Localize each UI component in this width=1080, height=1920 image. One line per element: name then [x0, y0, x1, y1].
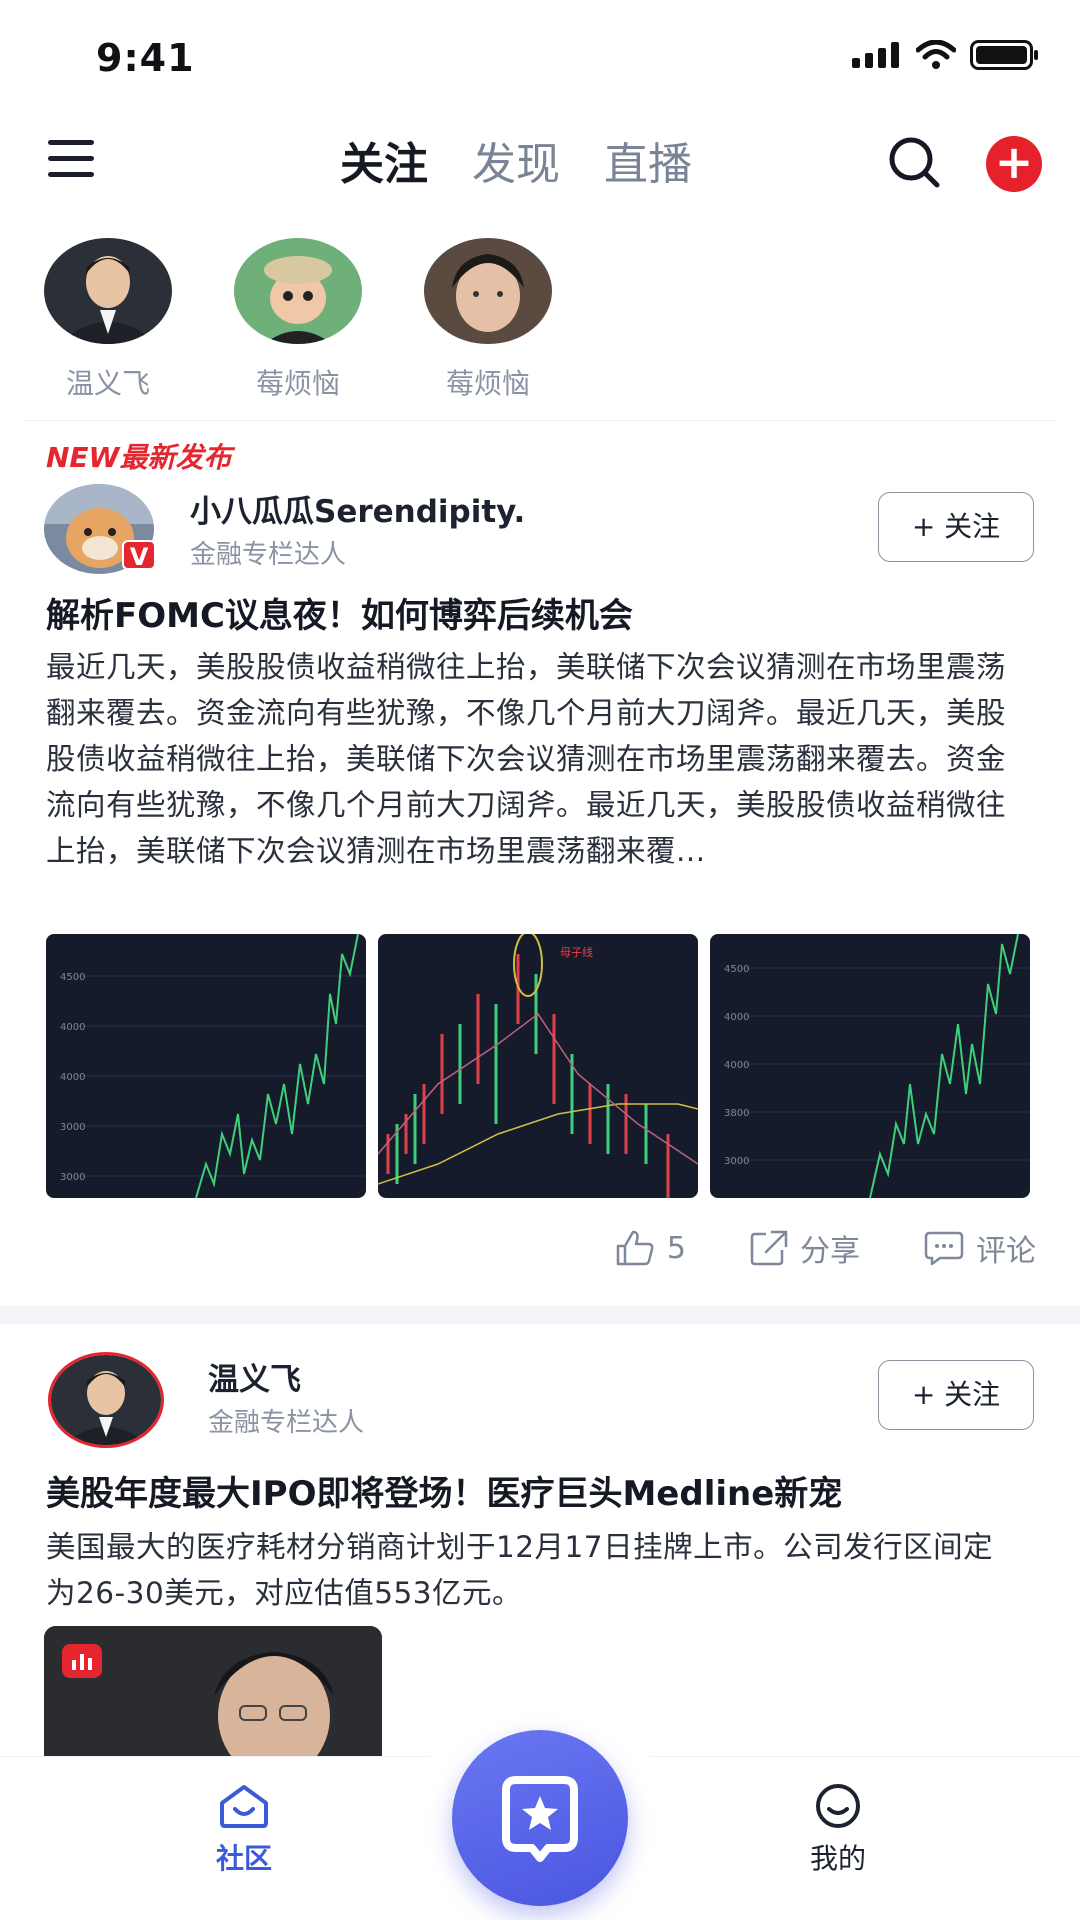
divider	[24, 420, 1056, 421]
post-author-row: V 小八瓜瓜Serendipity. 金融专栏达人 + 关注	[44, 484, 1034, 584]
post-author-role: 金融专栏达人	[208, 1408, 365, 1438]
chart-annotation: 母子线	[560, 945, 593, 959]
tab-live[interactable]: 直播	[604, 128, 692, 192]
feed-tabs: 关注 发现 直播	[340, 128, 692, 192]
status-bar: 9:41	[0, 0, 1080, 110]
post-body[interactable]: 最近几天，美股股债收益稍微往上抬，美联储下次会议猜测在市场里震荡翻来覆去。资金流…	[46, 644, 1014, 920]
status-time: 9:41	[96, 36, 195, 80]
tick-label: 4000	[60, 1072, 85, 1083]
post-title[interactable]: 解析FOMC议息夜！如何博弈后续机会	[46, 588, 633, 637]
comment-icon	[924, 1231, 964, 1266]
tab-mine[interactable]: 我的	[778, 1783, 898, 1877]
following-name: 莓烦恼	[255, 367, 340, 400]
post-author-role: 金融专栏达人	[190, 540, 347, 570]
search-icon[interactable]	[886, 134, 942, 190]
center-action-button[interactable]	[452, 1730, 628, 1906]
thumbs-up-icon	[616, 1230, 654, 1266]
tick-label: 4500	[60, 972, 85, 983]
comment-label: 评论	[976, 1234, 1036, 1269]
new-release-label: NEW最新发布	[46, 441, 232, 474]
comment-button[interactable]: 评论	[924, 1226, 1036, 1270]
chart-image[interactable]: 4500 4000 4000 3000 3000	[46, 934, 366, 1198]
post-title[interactable]: 美股年度最大IPO即将登场！医疗巨头Medline新宠	[46, 1466, 842, 1515]
post-author-name[interactable]: 小八瓜瓜Serendipity.	[190, 486, 525, 531]
status-icons	[852, 40, 1040, 70]
like-count: 5	[666, 1230, 686, 1266]
tick-label: 4000	[60, 1022, 85, 1033]
avatar[interactable]	[48, 1352, 164, 1448]
following-name: 莓烦恼	[445, 367, 530, 400]
section-divider	[0, 1306, 1080, 1324]
post-actions: 5 分享 评论	[615, 1226, 1036, 1270]
follow-button[interactable]: + 关注	[878, 492, 1034, 562]
avatar	[234, 238, 362, 344]
wifi-icon	[916, 40, 956, 69]
following-item[interactable]: 莓烦恼	[424, 238, 552, 402]
share-button[interactable]: 分享	[750, 1226, 860, 1270]
community-icon	[220, 1785, 268, 1828]
tick-label: 4000	[724, 1060, 749, 1071]
tick-label: 3000	[60, 1172, 85, 1183]
share-icon	[750, 1230, 788, 1266]
tick-label: 3000	[724, 1156, 749, 1167]
menu-icon[interactable]	[48, 140, 94, 180]
tab-mine-label: 我的	[809, 1842, 866, 1875]
tick-label: 4500	[724, 964, 749, 975]
tab-community[interactable]: 社区	[184, 1783, 304, 1877]
avatar	[424, 238, 552, 344]
chart-image[interactable]: 母子线	[378, 934, 698, 1198]
tick-label: 3800	[724, 1108, 749, 1119]
verified-badge: V	[122, 540, 156, 571]
following-item[interactable]: 莓烦恼	[234, 238, 362, 402]
following-row: 温义飞 莓烦恼 莓烦恼	[44, 238, 552, 402]
profile-smile-icon	[816, 1784, 860, 1828]
tab-follow[interactable]: 关注	[340, 128, 428, 192]
follow-button[interactable]: + 关注	[878, 1360, 1034, 1430]
post-body[interactable]: 美国最大的医疗耗材分销商计划于12月17日挂牌上市。公司发行区间定为26-30美…	[46, 1524, 1014, 1616]
chart-badge-icon	[62, 1644, 102, 1678]
top-nav: 关注 发现 直播 +	[0, 110, 1080, 210]
chart-image[interactable]: 4500 4000 4000 3800 3000	[710, 934, 1030, 1198]
share-label: 分享	[800, 1234, 860, 1269]
battery-icon	[970, 40, 1038, 70]
like-button[interactable]: 5	[615, 1230, 686, 1266]
post-images: 4500 4000 4000 3000 3000 母子线 4500 4000 4…	[46, 934, 1030, 1198]
post-author-name[interactable]: 温义飞	[208, 1354, 301, 1399]
tab-community-label: 社区	[215, 1842, 272, 1875]
tick-label: 3000	[60, 1122, 85, 1133]
post-author-row: 温义飞 金融专栏达人 + 关注	[44, 1352, 1034, 1452]
following-item[interactable]: 温义飞	[44, 238, 172, 402]
tab-discover[interactable]: 发现	[472, 128, 560, 192]
avatar	[44, 238, 172, 344]
create-post-button[interactable]: +	[986, 136, 1042, 192]
post-thumbnail[interactable]	[44, 1626, 382, 1756]
star-chat-icon	[502, 1776, 578, 1862]
tick-label: 4000	[724, 1012, 749, 1023]
following-name: 温义飞	[65, 367, 150, 400]
signal-icon	[852, 42, 899, 68]
